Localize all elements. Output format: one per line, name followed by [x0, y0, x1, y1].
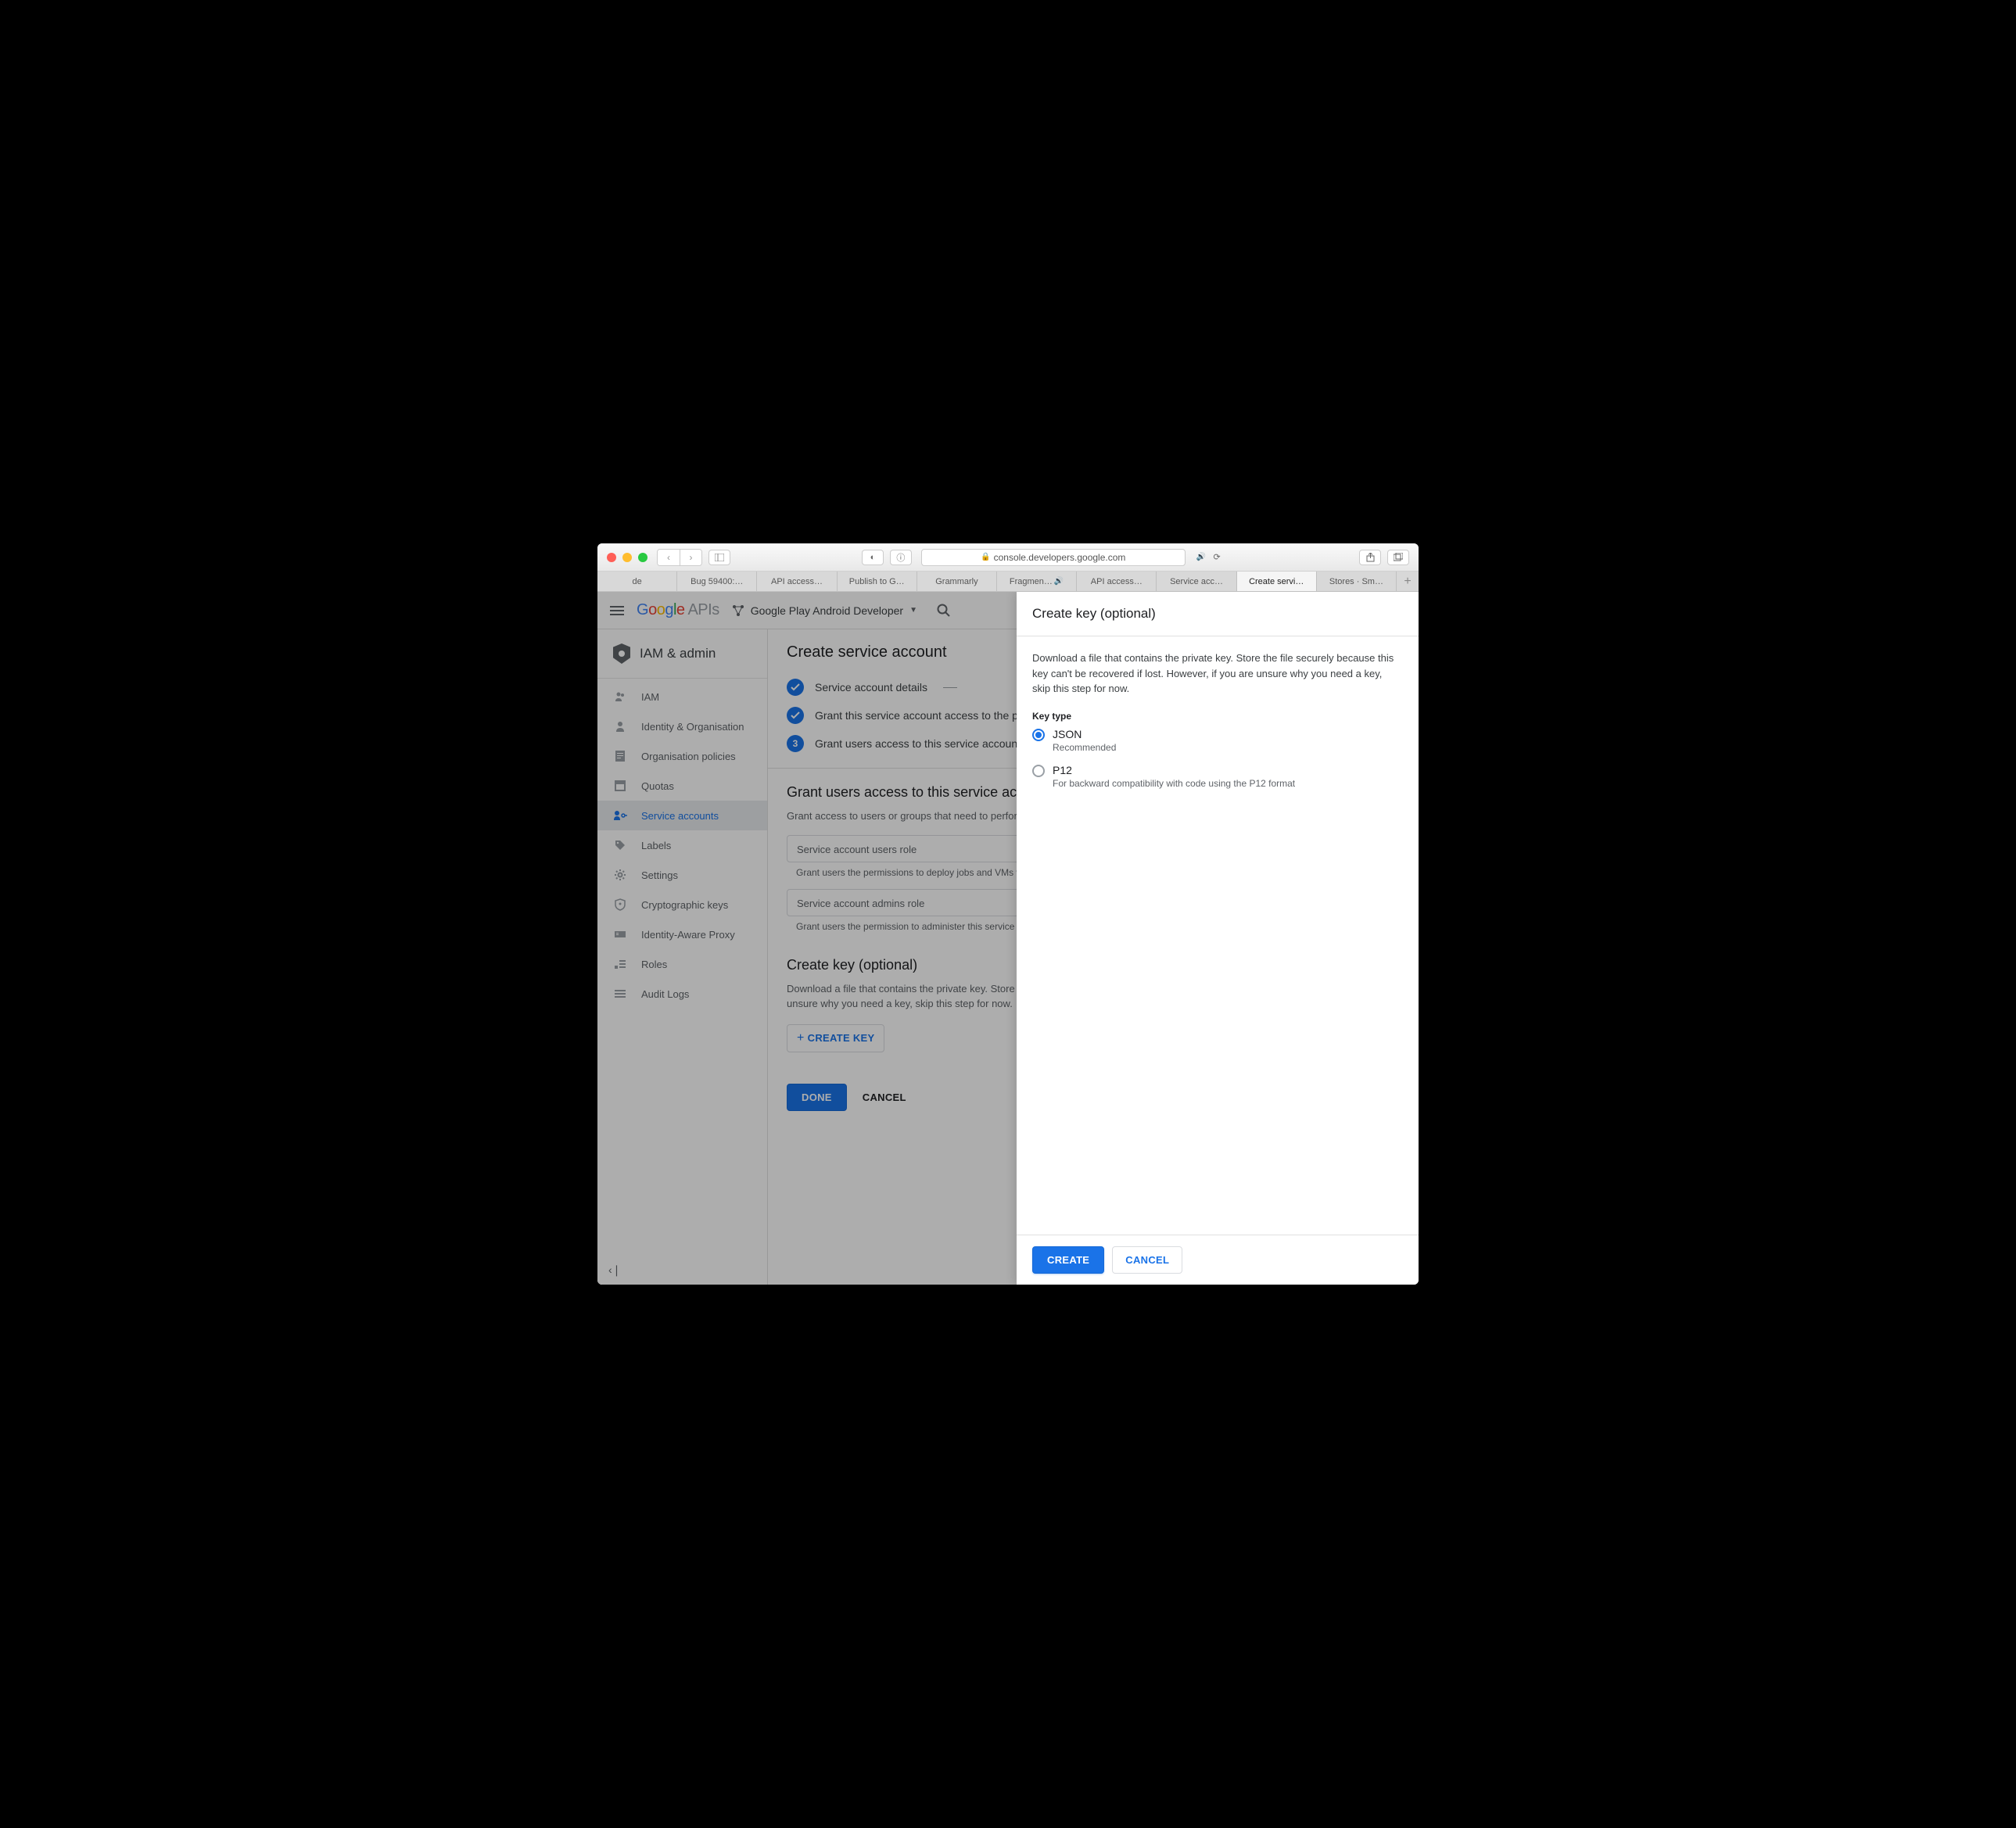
tab-audio-icon: 🔊 [1054, 577, 1064, 586]
maximize-window-button[interactable] [638, 553, 647, 562]
key-type-label: Key type [1032, 711, 1403, 722]
tabs-icon [1394, 553, 1403, 561]
show-sidebar-button[interactable] [708, 550, 730, 565]
minimize-window-button[interactable] [622, 553, 632, 562]
extension-button-1[interactable]: ◐ [862, 550, 884, 565]
radio-icon [1032, 729, 1045, 741]
page-content: Google APIs Google Play Android Develope… [597, 592, 1419, 1285]
radio-label: P12 [1053, 764, 1295, 776]
sidebar-icon [715, 554, 724, 561]
back-button[interactable]: ‹ [658, 550, 680, 565]
radio-sublabel: For backward compatibility with code usi… [1053, 778, 1295, 789]
tabs-button[interactable] [1387, 550, 1409, 565]
tab-bar: de Bug 59400:… API access… Publish to G…… [597, 572, 1419, 592]
tab-6[interactable]: API access… [1077, 572, 1157, 591]
radio-label: JSON [1053, 728, 1116, 740]
lock-icon: 🔒 [981, 553, 990, 561]
audio-icon[interactable]: 🔊 [1196, 553, 1206, 561]
tab-7[interactable]: Service acc… [1157, 572, 1236, 591]
dialog-title: Create key (optional) [1017, 592, 1419, 636]
tab-2[interactable]: API access… [757, 572, 837, 591]
dialog-create-button[interactable]: CREATE [1032, 1246, 1104, 1274]
new-tab-button[interactable]: + [1397, 572, 1419, 591]
tab-0[interactable]: de [597, 572, 677, 591]
tab-3[interactable]: Publish to G… [838, 572, 917, 591]
address-bar[interactable]: 🔒 console.developers.google.com [921, 549, 1186, 566]
key-type-radio-json[interactable]: JSON Recommended [1032, 728, 1403, 753]
dialog-cancel-button[interactable]: CANCEL [1112, 1246, 1182, 1274]
browser-window: ‹ › ◐ ⓘ 🔒 console.developers.google.com … [597, 543, 1419, 1285]
create-key-dialog: Create key (optional) Download a file th… [1017, 592, 1419, 1285]
tab-4[interactable]: Grammarly [917, 572, 997, 591]
titlebar: ‹ › ◐ ⓘ 🔒 console.developers.google.com … [597, 543, 1419, 572]
share-icon [1366, 553, 1375, 562]
extension-button-2[interactable]: ⓘ [890, 550, 912, 565]
close-window-button[interactable] [607, 553, 616, 562]
radio-sublabel: Recommended [1053, 742, 1116, 753]
tab-1[interactable]: Bug 59400:… [677, 572, 757, 591]
reload-button[interactable]: ⟳ [1206, 550, 1228, 565]
url-text: console.developers.google.com [994, 552, 1126, 563]
share-button[interactable] [1359, 550, 1381, 565]
window-controls [607, 553, 647, 562]
tab-8[interactable]: Create servi… [1237, 572, 1317, 591]
nav-buttons: ‹ › [657, 549, 702, 566]
tab-9[interactable]: Stores · Sm… [1317, 572, 1397, 591]
radio-icon [1032, 765, 1045, 777]
dialog-description: Download a file that contains the privat… [1032, 651, 1403, 697]
key-type-radio-p12[interactable]: P12 For backward compatibility with code … [1032, 764, 1403, 789]
tab-5[interactable]: Fragmen…🔊 [997, 572, 1077, 591]
forward-button[interactable]: › [680, 550, 701, 565]
